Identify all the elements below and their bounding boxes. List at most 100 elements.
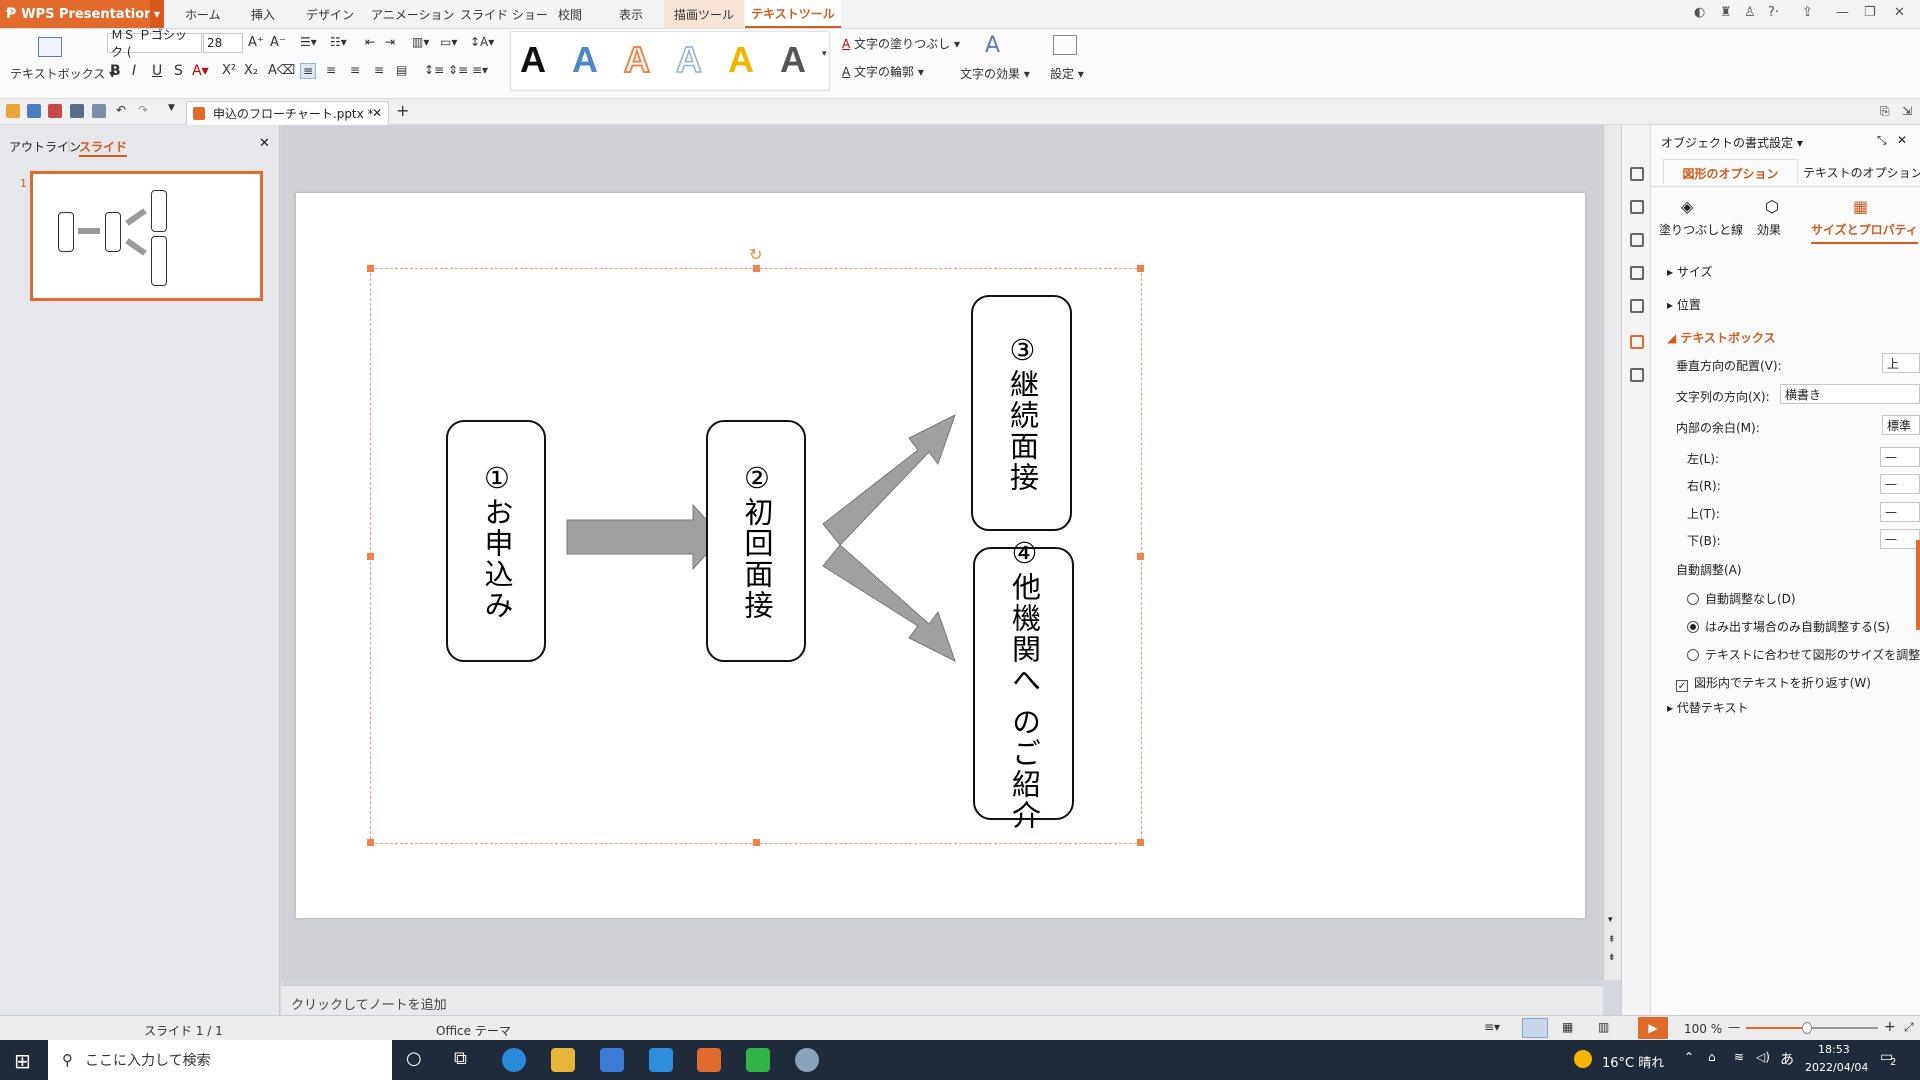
vertical-scrollbar[interactable]: ▾ ⇞ ⇟ [1603, 125, 1621, 980]
indent-increase-icon[interactable]: ⇥ [385, 35, 395, 49]
slide-sorter-icon[interactable]: ▦ [1562, 1020, 1573, 1034]
store-icon[interactable] [600, 1048, 624, 1072]
network-status-icon[interactable]: ⌂ [1708, 1050, 1716, 1064]
notes-area[interactable]: クリックしてノートを追加 [281, 985, 1603, 1015]
autofit-none-radio[interactable]: 自動調整なし(D) [1687, 590, 1796, 607]
slide-thumbnail-1[interactable] [30, 171, 263, 301]
subtab-effect[interactable]: 効果 [1757, 221, 1781, 238]
handle-left[interactable] [367, 553, 374, 560]
align-left-button[interactable]: ≡ [300, 63, 317, 79]
print-preview-icon[interactable] [92, 104, 106, 118]
handle-right[interactable] [1137, 553, 1144, 560]
handle-bottom-right[interactable] [1137, 839, 1144, 846]
paragraph-icon[interactable]: ≡▾ [472, 63, 488, 77]
font-name-select[interactable]: ＭＳ Ｐゴシック ( [107, 28, 202, 59]
text-direction-select[interactable]: 横書き [1780, 384, 1920, 404]
text-style-1[interactable]: A [520, 39, 546, 81]
underline-button[interactable]: U [152, 63, 162, 79]
numbering-icon[interactable]: ☷▾ [330, 35, 347, 49]
internal-margin-select[interactable]: 標準 [1882, 415, 1920, 435]
vertical-align-select[interactable]: 上 [1882, 353, 1920, 373]
notes-toggle-icon[interactable]: ≡▾ [1484, 1020, 1500, 1034]
wps-presentation-taskbar-icon[interactable] [697, 1048, 721, 1072]
grow-font-icon[interactable]: A⁺ [248, 35, 264, 50]
zoom-out-icon[interactable]: — [1728, 1020, 1740, 1034]
handle-top-right[interactable] [1137, 265, 1144, 272]
format-object-icon[interactable] [1630, 335, 1644, 349]
textbox-button[interactable]: テキストボックス ▾ [10, 65, 115, 82]
tab-shape-options[interactable]: 図形のオプション [1663, 159, 1798, 185]
task-view-icon[interactable]: ⧉ [454, 1048, 467, 1069]
superscript-button[interactable]: X² [222, 63, 236, 78]
autofit-overflow-radio[interactable]: はみ出す場合のみ自動調整する(S) [1687, 618, 1890, 635]
normal-view-icon[interactable] [1522, 1018, 1548, 1038]
border-icon[interactable]: ▭▾ [440, 35, 457, 49]
weather-text[interactable]: 16°C 晴れ [1602, 1052, 1664, 1071]
panel-undock-icon[interactable]: ⤡ [1877, 133, 1887, 148]
tab-animation[interactable]: アニメーション [371, 0, 455, 28]
rotate-handle-icon[interactable]: ↻ [749, 245, 762, 264]
close-tab-icon[interactable]: ✕ [372, 106, 382, 120]
backup-icon[interactable] [1630, 368, 1644, 382]
justify-button[interactable]: ≡ [374, 63, 384, 77]
reading-view-icon[interactable]: ▥ [1598, 1020, 1609, 1034]
new-doc-icon[interactable] [1630, 167, 1644, 181]
user-icon[interactable]: ♙ [1744, 5, 1756, 20]
zoom-slider[interactable] [1746, 1022, 1878, 1034]
text-effect-button[interactable]: 文字の効果 ▾ [960, 65, 1030, 82]
handle-top-left[interactable] [367, 265, 374, 272]
new-tab-icon[interactable]: + [396, 101, 409, 120]
section-size[interactable]: ▸ サイズ [1667, 263, 1712, 280]
settings-button[interactable]: 設定 ▾ [1050, 65, 1084, 82]
align-center-button[interactable]: ≡ [326, 63, 336, 77]
zoom-in-icon[interactable]: + [1884, 1019, 1896, 1035]
save-icon[interactable] [27, 104, 41, 118]
settings-icon[interactable] [1053, 35, 1077, 55]
tab-insert[interactable]: 挿入 [251, 0, 275, 28]
panel-close-icon[interactable]: ✕ [1897, 133, 1907, 147]
design-icon[interactable] [1630, 200, 1644, 214]
font-color-button[interactable]: A▾ [192, 63, 209, 79]
minimize-icon[interactable]: — [1836, 5, 1849, 20]
pin-icon[interactable]: ⇲ [1902, 104, 1912, 118]
template-icon[interactable] [1630, 266, 1644, 280]
handle-bottom[interactable] [753, 839, 760, 846]
handle-bottom-left[interactable] [367, 839, 374, 846]
margin-top-stepper[interactable]: — [1880, 502, 1920, 522]
slide-canvas[interactable]: ①お申込み ②初回面接 ③継続面接 ④他機関へ のご紹介 ↻ [296, 193, 1585, 918]
gallery-more-icon[interactable]: ▾ [822, 49, 827, 59]
zoom-level[interactable]: 100 % [1684, 1022, 1722, 1036]
app-menu-button[interactable]: Ᵽ WPS Presentation ▼ [0, 0, 164, 28]
play-slideshow-icon[interactable]: ▶ [1638, 1017, 1668, 1039]
skin-icon[interactable]: ◐ [1694, 5, 1705, 20]
ime-indicator[interactable]: あ [1780, 1049, 1794, 1069]
margin-right-stepper[interactable]: — [1880, 474, 1920, 494]
handle-top[interactable] [753, 265, 760, 272]
subtab-fill-line[interactable]: 塗りつぶしと線 [1659, 221, 1743, 238]
zoom-slider-thumb[interactable] [1802, 1022, 1812, 1034]
text-effect-icon[interactable]: A [985, 33, 1000, 58]
columns-icon[interactable]: ▥▾ [412, 35, 429, 49]
text-style-5[interactable]: A [728, 39, 754, 81]
subtab-size-properties[interactable]: サイズとプロパティ [1811, 221, 1918, 244]
tab-text-tools[interactable]: テキストツール [745, 0, 841, 28]
export-pdf-icon[interactable] [48, 104, 62, 118]
wifi-icon[interactable]: ≋ [1734, 1050, 1744, 1064]
fit-window-icon[interactable]: ⤢ [1904, 1020, 1914, 1035]
textbox-icon[interactable] [38, 37, 62, 57]
next-slide-icon[interactable]: ⇟ [1608, 953, 1616, 963]
tab-drawing-tools[interactable]: 描画ツール [664, 0, 744, 28]
text-fill-button[interactable]: A 文字の塗りつぶし ▾ [842, 35, 960, 52]
bullets-icon[interactable]: ☰▾ [300, 35, 317, 49]
panel-title[interactable]: オブジェクトの書式設定 ▾ [1661, 134, 1803, 151]
collapse-ribbon-icon[interactable]: ⎘ [1880, 104, 1890, 119]
close-icon[interactable]: ✕ [1894, 5, 1905, 20]
bold-button[interactable]: B [110, 63, 121, 79]
tab-view[interactable]: 表示 [619, 0, 643, 28]
section-textbox[interactable]: ◢ テキストボックス [1667, 329, 1776, 346]
mail-icon[interactable] [649, 1048, 673, 1072]
app-menu-dropdown-icon[interactable]: ▼ [150, 0, 164, 28]
wps-spreadsheet-taskbar-icon[interactable] [746, 1048, 770, 1072]
document-tab[interactable]: 申込のフローチャート.pptx * ✕ [186, 101, 389, 125]
clock-date[interactable]: 2022/04/04 [1805, 1061, 1868, 1074]
